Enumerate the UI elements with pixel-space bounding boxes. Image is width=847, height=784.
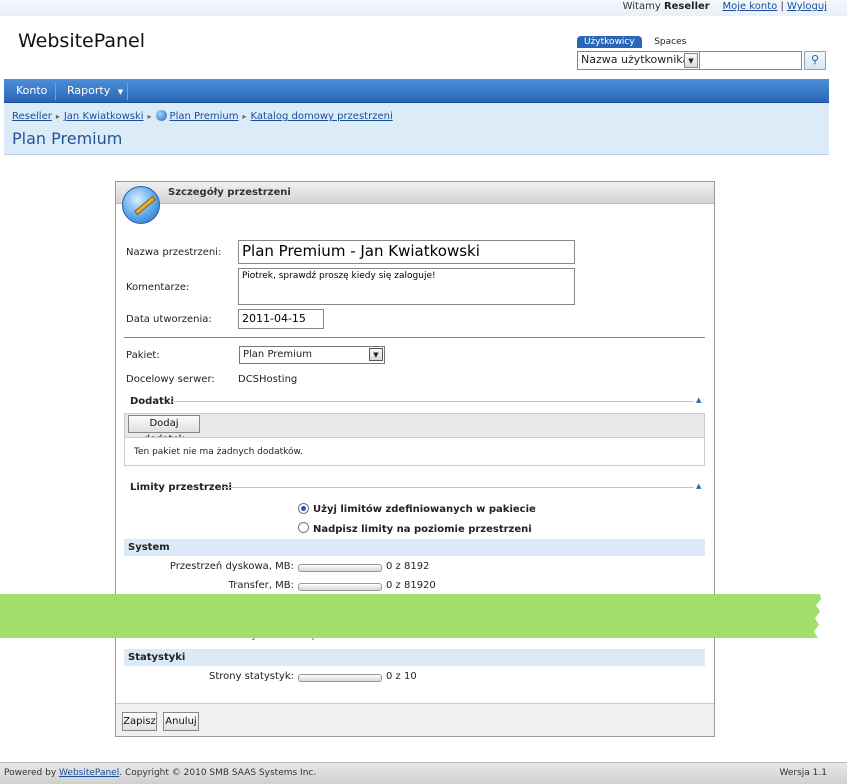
package-label: Pakiet: bbox=[126, 350, 160, 361]
use-package-limits-radio[interactable] bbox=[298, 503, 309, 514]
collapse-arrow-icon[interactable]: ▲ bbox=[696, 482, 701, 490]
cancel-button[interactable]: Anuluj bbox=[163, 712, 199, 731]
add-addon-button[interactable]: Dodaj dodatek bbox=[128, 415, 200, 445]
use-package-limits-label[interactable]: Użyj limitów zdefiniowanych w pakiecie bbox=[313, 504, 536, 515]
main-nav: Konto Raporty ▼ bbox=[4, 79, 829, 103]
space-details-panel: Szczegóły przestrzeni Nazwa przestrzeni:… bbox=[115, 181, 715, 737]
comments-label: Komentarze: bbox=[126, 282, 190, 293]
space-name-input[interactable]: Plan Premium - Jan Kwiatkowski bbox=[238, 240, 575, 264]
target-server-label: Docelowy serwer: bbox=[126, 374, 215, 385]
addons-heading[interactable]: Dodatki bbox=[130, 396, 174, 407]
nav-divider bbox=[127, 82, 128, 100]
quota-bar-transfer bbox=[298, 583, 382, 591]
addons-list: Ten pakiet nie ma żadnych dodatków. bbox=[124, 437, 705, 466]
override-limits-radio[interactable] bbox=[298, 522, 309, 533]
breadcrumb-separator-icon: ▸ bbox=[242, 112, 247, 121]
my-account-link[interactable]: Moje konto bbox=[722, 1, 777, 12]
chevron-down-icon[interactable]: ▼ bbox=[369, 348, 383, 361]
breadcrumb: Reseller ▸ Jan Kwiatkowski ▸ Plan Premium ▸ Ka… bbox=[12, 110, 393, 122]
quota-label-disk: Przestrzeń dyskowa, MB: bbox=[169, 561, 294, 572]
tab-users[interactable]: Użytkowicy bbox=[577, 36, 642, 48]
group-statistics: Statystyki bbox=[124, 649, 705, 666]
breadcrumb-separator-icon: ▸ bbox=[147, 112, 152, 121]
quota-label-stats-sites: Strony statystyk: bbox=[208, 671, 294, 682]
package-select-value: Plan Premium bbox=[243, 349, 312, 360]
top-bar: Witamy Reseller Moje konto | Wyloguj bbox=[0, 0, 847, 16]
comments-textarea[interactable]: Piotrek, sprawdź proszę kiedy się zalogu… bbox=[238, 268, 575, 305]
target-server-value: DCSHosting bbox=[238, 374, 298, 385]
version-text: Wersja 1.1 bbox=[779, 768, 828, 778]
section-divider bbox=[172, 401, 694, 402]
breadcrumb-reseller[interactable]: Reseller bbox=[12, 111, 52, 122]
space-name-label: Nazwa przestrzeni: bbox=[126, 247, 222, 258]
package-select[interactable]: Plan Premium ▼ bbox=[239, 346, 385, 364]
section-divider bbox=[223, 487, 694, 488]
torn-edge bbox=[814, 594, 832, 638]
search-tabs: Użytkowicy Spaces bbox=[577, 34, 695, 48]
group-system: System bbox=[124, 539, 705, 556]
page-title: Plan Premium bbox=[12, 129, 123, 148]
powered-by-label: Powered by bbox=[4, 768, 57, 778]
welcome-prefix: Witamy bbox=[622, 1, 661, 12]
panel-footer bbox=[116, 703, 714, 736]
search-input[interactable] bbox=[700, 51, 802, 70]
quota-value-disk: 0 z 8192 bbox=[386, 561, 430, 572]
tab-spaces[interactable]: Spaces bbox=[647, 36, 693, 48]
quota-bar-stats-sites bbox=[298, 674, 382, 682]
breadcrumb-space[interactable]: Plan Premium bbox=[170, 111, 239, 122]
link-separator: | bbox=[780, 1, 784, 12]
caret-down-icon: ▼ bbox=[117, 88, 124, 96]
current-user: Reseller bbox=[663, 1, 710, 12]
quota-label-transfer: Transfer, MB: bbox=[228, 580, 294, 591]
copyright-notice: . Copyright © 2010 SMB SAAS Systems Inc. bbox=[119, 768, 317, 778]
welcome-area: Witamy Reseller Moje konto | Wyloguj bbox=[623, 1, 827, 12]
search-icon: ⚲ bbox=[810, 53, 820, 66]
quota-value-stats-sites: 0 z 10 bbox=[386, 671, 417, 682]
breadcrumb-separator-icon: ▸ bbox=[55, 112, 60, 121]
collapse-arrow-icon[interactable]: ▲ bbox=[696, 396, 701, 404]
copyright-text: Powered by WebsitePanel. Copyright © 201… bbox=[4, 768, 316, 778]
breadcrumb-area: Reseller ▸ Jan Kwiatkowski ▸ Plan Premium ▸ Ka… bbox=[4, 103, 829, 155]
nav-item-reports[interactable]: Raporty ▼ bbox=[67, 79, 123, 103]
globe-icon bbox=[155, 110, 167, 121]
override-limits-label[interactable]: Nadpisz limity na poziomie przestrzeni bbox=[313, 524, 532, 535]
save-button[interactable]: Zapisz bbox=[122, 712, 157, 731]
limits-heading[interactable]: Limity przestrzeni bbox=[130, 482, 232, 493]
breadcrumb-home-folder[interactable]: Katalog domowy przestrzeni bbox=[251, 111, 393, 122]
created-date-label: Data utworzenia: bbox=[126, 314, 212, 325]
panel-title: Szczegóły przestrzeni bbox=[168, 187, 291, 198]
quota-value-transfer: 0 z 81920 bbox=[386, 580, 436, 591]
breadcrumb-user[interactable]: Jan Kwiatkowski bbox=[64, 111, 144, 122]
search-row: Nazwa użytkownika ▼ ⚲ bbox=[577, 51, 826, 70]
websitepanel-link[interactable]: WebsitePanel bbox=[59, 768, 119, 778]
panel-header: Szczegóły przestrzeni bbox=[116, 182, 714, 204]
green-overlay-banner bbox=[0, 594, 832, 638]
nav-divider bbox=[55, 82, 56, 100]
addons-empty-text: Ten pakiet nie ma żadnych dodatków. bbox=[134, 447, 303, 457]
logout-link[interactable]: Wyloguj bbox=[787, 1, 827, 12]
created-date-input[interactable]: 2011-04-15 bbox=[238, 309, 324, 329]
search-button[interactable]: ⚲ bbox=[804, 51, 826, 70]
search-field-value: Nazwa użytkownika bbox=[581, 53, 690, 66]
app-logo[interactable]: WebsitePanel bbox=[18, 30, 145, 52]
divider bbox=[124, 337, 705, 338]
chevron-down-icon[interactable]: ▼ bbox=[684, 53, 698, 68]
addons-toolbar bbox=[124, 413, 705, 437]
nav-item-reports-label: Raporty bbox=[67, 84, 111, 97]
space-edit-icon bbox=[122, 186, 160, 224]
quota-bar-disk bbox=[298, 564, 382, 572]
nav-item-account[interactable]: Konto bbox=[16, 79, 47, 103]
search-field-select[interactable]: Nazwa użytkownika ▼ bbox=[577, 51, 700, 70]
page-footer: Powered by WebsitePanel. Copyright © 201… bbox=[0, 762, 847, 784]
